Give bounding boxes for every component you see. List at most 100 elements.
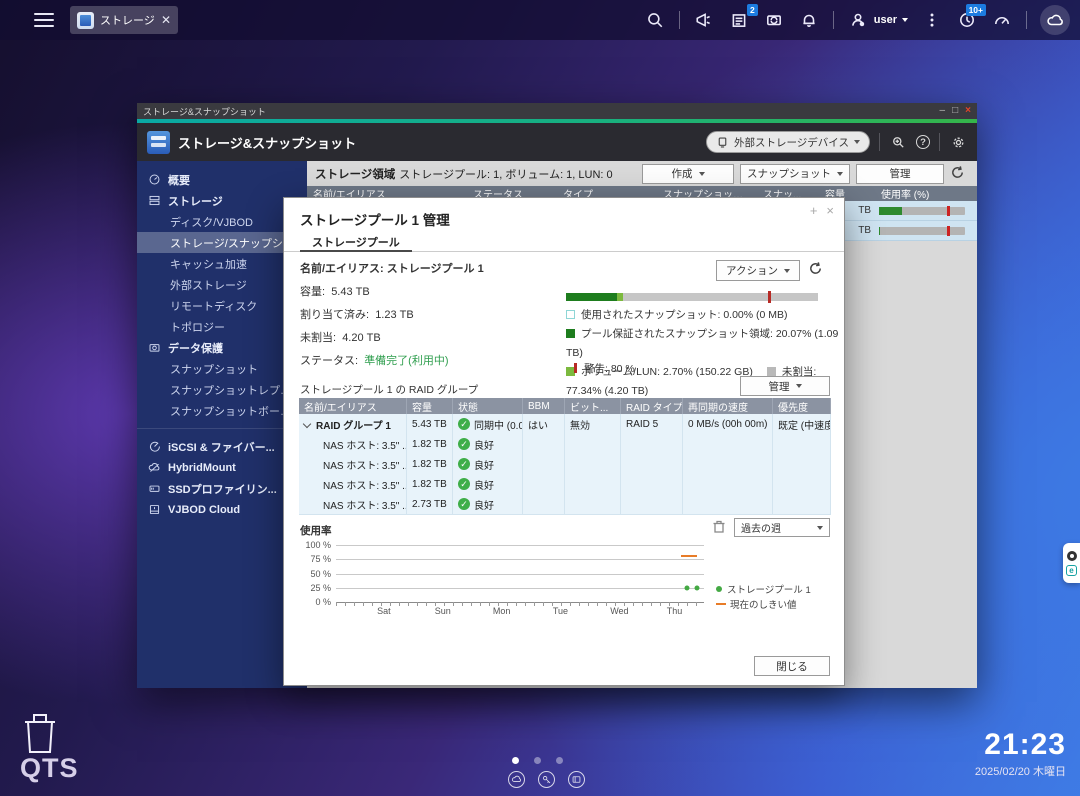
sidebar-item-overview[interactable]: 概要 [137,169,307,190]
taskbar-tab-storage[interactable]: ストレージ ✕ [70,6,178,34]
quicklink-cloud-icon[interactable] [508,771,525,788]
news-icon[interactable]: 2 [728,9,750,31]
divider [679,11,680,29]
usage-bar [879,207,965,215]
raid-table: 名前/エイリアス 容量 状態 BBM ビット... RAID タイプ 再同期の速… [299,398,831,515]
name-value: ストレージプール 1 [387,263,484,275]
close-icon[interactable]: × [965,106,971,116]
raid-disk-row[interactable]: NAS ホスト: 3.5" ... 1.82 TB ✓良好 [299,474,831,494]
dialog-refresh-icon[interactable] [808,261,823,279]
divider [879,133,880,151]
unallocated-swatch [767,367,776,376]
sidebar-item-snapshot-vault[interactable]: スナップショットボールト [137,400,307,421]
search-icon[interactable] [644,9,666,31]
dialog-close-button[interactable]: 閉じる [754,656,830,676]
divider [939,133,940,151]
unallocated-value: 4.20 TB [342,332,381,344]
clock-date: 2025/02/20 木曜日 [975,763,1066,779]
sidebar-item-data-protection[interactable]: データ保護 [137,337,307,358]
sidebar-item-vjbod-cloud[interactable]: VJBOD Cloud [137,499,307,520]
usage-chart-title: 使用率 [300,523,332,538]
chevron-down-icon [837,172,843,176]
ssd-icon [147,482,161,496]
dialog-add-icon[interactable]: + [810,204,818,217]
quicklink-key-icon[interactable] [538,771,555,788]
warning-label: 警告: 80 % [574,361,635,376]
sidebar-item-iscsi-fibre[interactable]: iSCSI & ファイバー... [137,436,307,457]
camera-icon [147,341,161,355]
sidebar-item-snapshot[interactable]: スナップショット [137,358,307,379]
sidebar-item-ssd-profiling[interactable]: SSDプロファイリン... [137,478,307,499]
raid-manage-button[interactable]: 管理 [740,376,830,396]
maximize-icon[interactable]: □ [952,106,958,116]
device-sync-icon[interactable] [763,9,785,31]
tab-storage-pool[interactable]: ストレージプール [300,234,412,252]
news-badge: 2 [747,4,758,16]
help-icon[interactable]: ? [916,135,930,149]
tab-close-icon[interactable]: ✕ [161,14,171,26]
status-ok-icon: ✓ [458,438,470,450]
myqnapcloud-icon[interactable] [1040,5,1070,35]
create-button[interactable]: 作成 [642,164,734,184]
global-settings-icon[interactable] [889,133,907,151]
storage-area-title: ストレージ領域 [315,166,395,182]
helper-edge-widget[interactable]: e [1063,543,1080,583]
window-titlebar[interactable]: ストレージ&スナップショット – □ × [137,103,977,119]
chevron-down-icon [784,269,790,273]
raid-disk-row[interactable]: NAS ホスト: 3.5" ... 1.82 TB ✓良好 [299,454,831,474]
manage-button[interactable]: 管理 [856,164,944,184]
quicklink-wallet-icon[interactable] [568,771,585,788]
status-value: 準備完了(利用中) [364,355,448,367]
user-label: user [874,14,897,26]
period-dropdown[interactable]: 過去の週 [734,518,830,537]
refresh-icon[interactable] [950,165,965,183]
sidebar-item-snapshot-replica[interactable]: スナップショットレプリカ [137,379,307,400]
action-button[interactable]: アクション [716,260,800,281]
sidebar: 概要 ストレージ ディスク/VJBOD ストレージ/スナップショ... キャッシ… [137,161,307,688]
resource-monitor-icon[interactable] [991,9,1013,31]
sidebar-item-storage[interactable]: ストレージ [137,190,307,211]
external-storage-device-button[interactable]: 外部ストレージデバイス [706,131,870,153]
sidebar-divider [137,421,307,429]
pool-info: 名前/エイリアス: ストレージプール 1 容量: 5.43 TB 割り当て済み:… [300,258,484,373]
sidebar-item-hybridmount[interactable]: HybridMount [137,457,307,478]
dialog-close-icon[interactable]: × [826,204,834,217]
sidebar-item-remote-disk[interactable]: リモートディスク [137,295,307,316]
gear-icon[interactable] [949,133,967,151]
minimize-icon[interactable]: – [940,106,946,116]
storage-area-summary: ストレージプール: 1, ボリューム: 1, LUN: 0 [399,166,612,182]
snapshot-button[interactable]: スナップショット [740,164,850,184]
external-storage-device-label: 外部ストレージデバイス [734,135,849,150]
allocated-value: 1.23 TB [375,309,414,321]
announcement-icon[interactable] [693,9,715,31]
sidebar-item-cache-acceleration[interactable]: キャッシュ加速 [137,253,307,274]
status-label: ステータス: [300,355,358,367]
background-tasks-icon[interactable]: 10+ [956,9,978,31]
chevron-down-icon [902,18,908,22]
status-ok-icon: ✓ [458,458,470,470]
sidebar-item-storage-snapshots[interactable]: ストレージ/スナップショ... [137,232,307,253]
expand-chevron-icon[interactable] [303,420,311,428]
kebab-menu-icon[interactable] [921,9,943,31]
user-menu[interactable]: user [847,9,908,31]
raid-disk-row[interactable]: NAS ホスト: 3.5" ... 1.82 TB ✓良好 [299,434,831,454]
user-icon [847,9,869,31]
warning-bar-icon [574,363,577,373]
sidebar-item-topology[interactable]: トポロジー [137,316,307,337]
sidebar-item-external-storage[interactable]: 外部ストレージ [137,274,307,295]
desktop-page-dots[interactable] [512,757,563,764]
app-header: ストレージ&スナップショット 外部ストレージデバイス ? [137,123,977,161]
notification-bell-icon[interactable] [798,9,820,31]
storage-app-icon [77,12,94,29]
main-menu-icon[interactable] [34,13,54,27]
usage-bar [879,227,965,235]
tasks-badge: 10+ [966,4,986,16]
guaranteed-swatch [566,329,575,338]
clock-time: 21:23 [975,728,1066,761]
raid-disk-row[interactable]: NAS ホスト: 3.5" ... 2.73 TB ✓良好 [299,494,831,514]
data-point [685,585,690,590]
sidebar-item-disks-vjbod[interactable]: ディスク/VJBOD [137,211,307,232]
clear-history-trash-icon[interactable] [712,519,726,537]
unallocated-label: 未割当: [300,332,336,344]
raid-group-row[interactable]: RAID グループ 1 5.43 TB ✓同期中 (0.0 はい 無効 RAID… [299,414,831,434]
